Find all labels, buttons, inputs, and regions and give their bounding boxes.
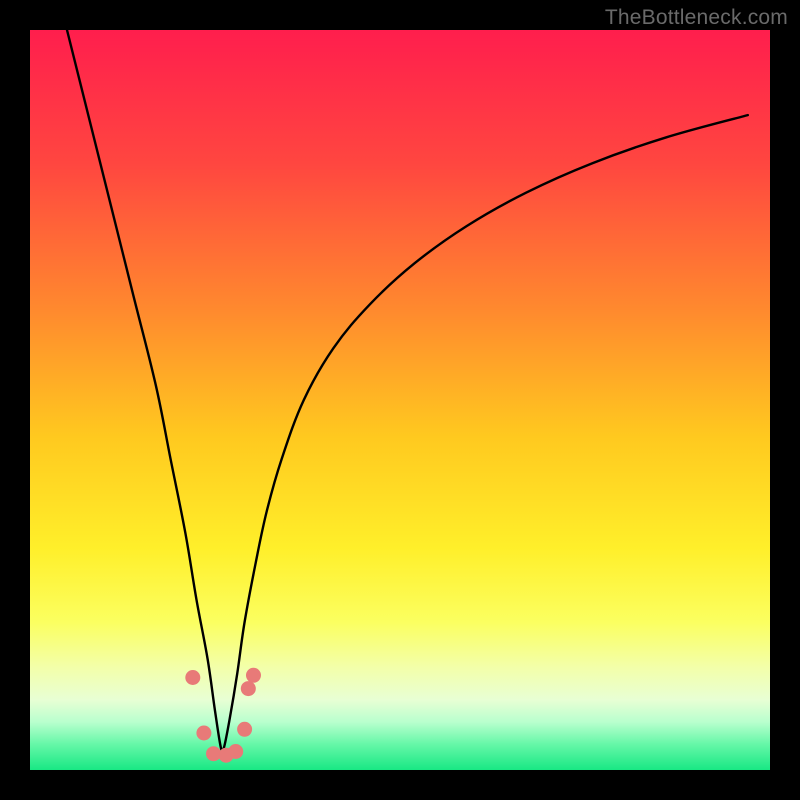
- watermark-text: TheBottleneck.com: [605, 6, 788, 30]
- chart-frame: TheBottleneck.com: [0, 0, 800, 800]
- data-dot: [228, 744, 243, 759]
- data-dots: [185, 668, 261, 763]
- data-dot: [196, 726, 211, 741]
- bottleneck-curve: [67, 30, 748, 752]
- data-dot: [246, 668, 261, 683]
- curve-layer: [30, 30, 770, 770]
- plot-area: [30, 30, 770, 770]
- data-dot: [241, 681, 256, 696]
- data-dot: [237, 722, 252, 737]
- data-dot: [185, 670, 200, 685]
